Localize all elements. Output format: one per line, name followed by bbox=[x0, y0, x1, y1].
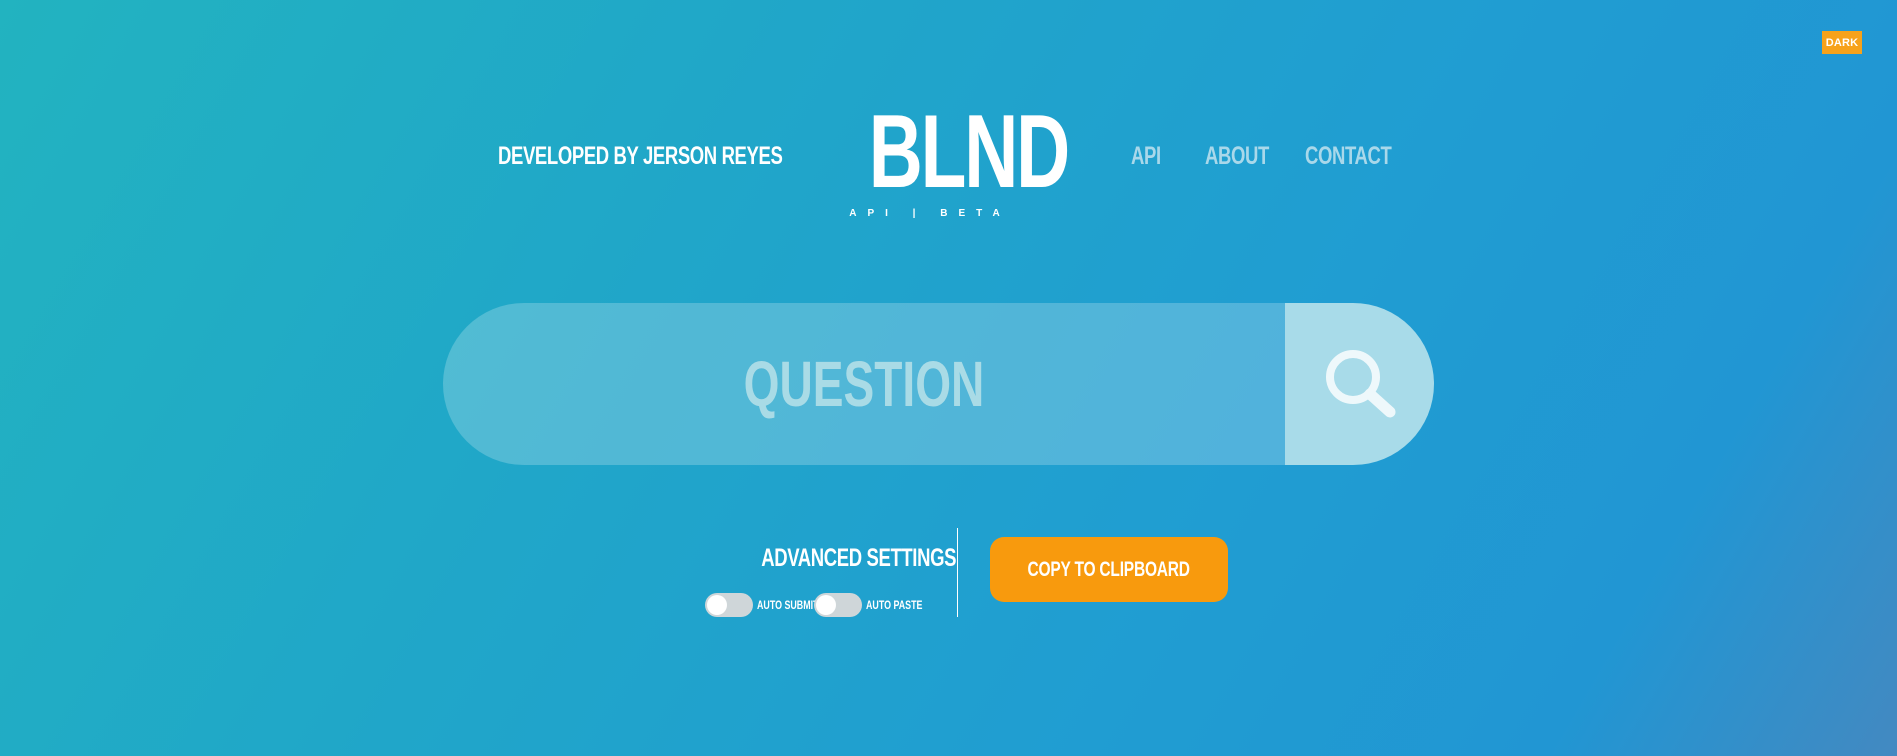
copy-to-clipboard-label: COPY TO CLIPBOARD bbox=[1027, 557, 1191, 581]
search-button[interactable] bbox=[1285, 303, 1434, 465]
nav-api-label: API bbox=[1131, 142, 1161, 170]
auto-submit-toggle[interactable] bbox=[705, 593, 753, 617]
auto-paste-label-text: AUTO PASTE bbox=[866, 598, 923, 612]
auto-submit-label-text: AUTO SUBMIT bbox=[757, 598, 819, 612]
advanced-settings-title: ADVANCED SETTINGS bbox=[727, 544, 956, 573]
nav-contact-link[interactable]: CONTACT bbox=[1305, 142, 1422, 170]
toggle-knob bbox=[816, 595, 836, 615]
nav-about-link[interactable]: ABOUT bbox=[1205, 142, 1291, 170]
divider bbox=[957, 528, 958, 617]
logo-text: BLND bbox=[868, 94, 1070, 210]
search-bar bbox=[443, 303, 1434, 465]
developer-credit-text: DEVELOPED BY JERSON REYES bbox=[498, 142, 783, 170]
nav-contact-label: CONTACT bbox=[1305, 142, 1392, 170]
search-icon bbox=[1325, 350, 1395, 418]
logo[interactable]: BLND API | BETA bbox=[830, 100, 1070, 219]
advanced-settings-label: ADVANCED SETTINGS bbox=[761, 544, 957, 572]
logo-subtitle: API | BETA bbox=[849, 208, 1011, 219]
dark-mode-button[interactable]: DARK bbox=[1822, 31, 1862, 54]
auto-paste-label: AUTO PASTE bbox=[866, 594, 942, 616]
nav-api-link[interactable]: API bbox=[1131, 142, 1171, 170]
copy-to-clipboard-button[interactable]: COPY TO CLIPBOARD bbox=[990, 537, 1228, 602]
toggle-knob bbox=[707, 595, 727, 615]
question-input[interactable] bbox=[560, 303, 1168, 465]
search-input-container[interactable] bbox=[443, 303, 1285, 465]
nav-about-label: ABOUT bbox=[1205, 142, 1269, 170]
developer-credit: DEVELOPED BY JERSON REYES bbox=[498, 142, 882, 170]
auto-paste-toggle[interactable] bbox=[814, 593, 862, 617]
